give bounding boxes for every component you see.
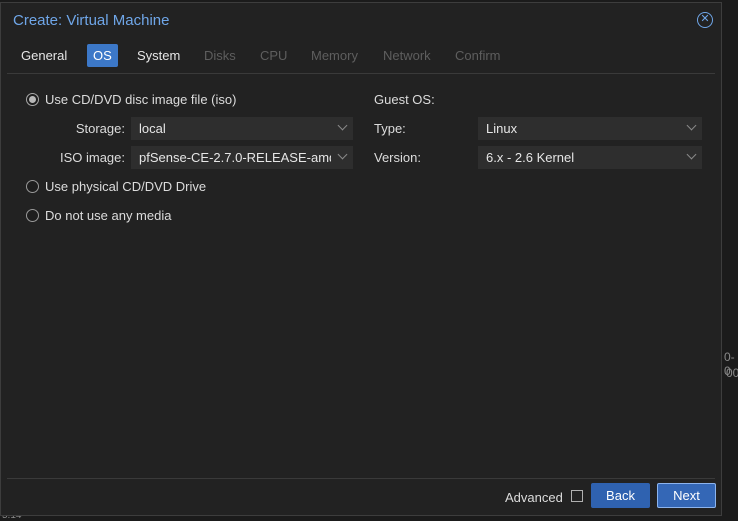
storage-select-value: local: [139, 121, 166, 136]
tab-system[interactable]: System: [131, 44, 186, 67]
chevron-down-icon: [686, 120, 697, 131]
create-vm-dialog: Create: Virtual Machine ✕ General OS Sys…: [0, 2, 722, 516]
dialog-footer: Advanced Back Next: [1, 481, 721, 513]
radio-use-iso[interactable]: [26, 93, 39, 106]
chevron-down-icon: [686, 149, 697, 160]
advanced-checkbox[interactable]: [571, 490, 583, 502]
radio-no-media-label[interactable]: Do not use any media: [45, 208, 171, 223]
iso-image-select[interactable]: pfSense-CE-2.7.0-RELEASE-amd: [131, 146, 353, 169]
tab-os[interactable]: OS: [87, 44, 118, 67]
iso-image-select-value: pfSense-CE-2.7.0-RELEASE-amd: [139, 150, 337, 165]
radio-physical-drive[interactable]: [26, 180, 39, 193]
os-version-select-value: 6.x - 2.6 Kernel: [486, 150, 575, 165]
storage-label: Storage:: [75, 121, 125, 136]
radio-no-media[interactable]: [26, 209, 39, 222]
tab-disks: Disks: [204, 48, 236, 63]
tab-general[interactable]: General: [15, 44, 73, 67]
storage-select[interactable]: local: [131, 117, 353, 140]
back-button[interactable]: Back: [591, 483, 650, 508]
os-panel: Use CD/DVD disc image file (iso) Storage…: [7, 73, 715, 479]
iso-image-label: ISO image:: [59, 150, 125, 165]
next-button[interactable]: Next: [657, 483, 716, 508]
advanced-label[interactable]: Advanced: [505, 490, 563, 505]
dialog-title: Create: Virtual Machine: [13, 12, 170, 29]
background-text: 00: [726, 366, 738, 380]
tab-network: Network: [383, 48, 431, 63]
os-type-label: Type:: [374, 121, 406, 136]
close-icon[interactable]: ✕: [697, 12, 713, 28]
radio-use-iso-label[interactable]: Use CD/DVD disc image file (iso): [45, 92, 236, 107]
chevron-down-icon: [337, 149, 348, 160]
tab-memory: Memory: [311, 48, 358, 63]
tab-confirm: Confirm: [455, 48, 501, 63]
os-version-select[interactable]: 6.x - 2.6 Kernel: [478, 146, 702, 169]
tab-cpu: CPU: [260, 48, 288, 63]
os-type-select[interactable]: Linux: [478, 117, 702, 140]
chevron-down-icon: [337, 120, 348, 131]
guest-os-heading: Guest OS:: [374, 92, 435, 107]
os-type-select-value: Linux: [486, 121, 518, 136]
radio-physical-drive-label[interactable]: Use physical CD/DVD Drive: [45, 179, 206, 194]
os-version-label: Version:: [374, 150, 421, 165]
dialog-titlebar[interactable]: Create: Virtual Machine ✕: [1, 3, 721, 37]
